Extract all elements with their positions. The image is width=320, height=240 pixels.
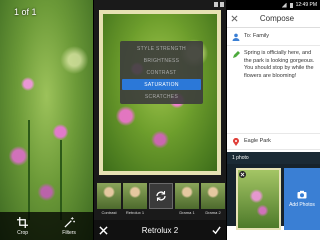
status-time: 12:49 PM: [295, 2, 317, 8]
flower-stem: [60, 140, 62, 220]
status-bar: [214, 0, 224, 8]
signal-icon: [281, 2, 287, 8]
add-photos-button[interactable]: Add Photos: [284, 168, 320, 230]
filter-name: Drama 2: [205, 210, 221, 215]
filters-label: Filters: [62, 229, 76, 236]
viewer-toolbar: Crop Filters: [0, 212, 93, 240]
photo-counter: 1 of 1: [14, 7, 37, 17]
flower-stem: [28, 120, 30, 220]
filter-thumbnail: [201, 183, 225, 209]
crop-label: Crop: [17, 229, 29, 236]
attached-photo[interactable]: [236, 168, 281, 230]
crop-button[interactable]: Crop: [17, 216, 29, 236]
adjustment-menu: STYLE STRENGTH BRIGHTNESS CONTRAST SATUR…: [120, 41, 203, 104]
adjust-brightness[interactable]: BRIGHTNESS: [122, 55, 201, 66]
adjust-style-strength[interactable]: STYLE STRENGTH: [122, 43, 201, 54]
compose-header: Compose: [227, 10, 320, 28]
magic-wand-icon: [64, 216, 75, 228]
pencil-icon: [233, 51, 240, 58]
status-icon: [220, 1, 224, 7]
filter-strip: Contrast Retrolux 1 Drama 1 Drama 2: [94, 183, 226, 219]
remove-photo-button[interactable]: [239, 171, 246, 178]
photo-editor-panel: STYLE STRENGTH BRIGHTNESS CONTRAST SATUR…: [94, 0, 226, 240]
compose-title: Compose: [259, 14, 295, 23]
camera-icon: [297, 190, 307, 199]
filter-name: Drama 1: [179, 210, 195, 215]
recipient-field[interactable]: To: Family: [227, 28, 320, 46]
filter-contrast[interactable]: Contrast: [97, 183, 121, 219]
location-text: Eagle Park: [244, 137, 271, 144]
filter-thumbnail: [97, 183, 121, 209]
recipient-text: To: Family: [244, 32, 270, 39]
filter-thumbnail: [149, 183, 173, 209]
location-field[interactable]: Eagle Park: [227, 134, 320, 150]
message-field[interactable]: Spring is officially here, and the park …: [227, 46, 320, 134]
adjust-scratches[interactable]: SCRATCHES: [122, 91, 201, 102]
status-icon: [214, 1, 218, 7]
photos-count: 1 photo: [227, 152, 320, 164]
location-pin-icon: [233, 138, 239, 146]
close-icon[interactable]: [99, 225, 108, 235]
checkmark-icon[interactable]: [212, 225, 221, 235]
close-icon[interactable]: [231, 15, 238, 22]
status-bar: 12:49 PM: [227, 0, 320, 10]
filter-name: Contrast: [101, 210, 117, 215]
filters-button[interactable]: Filters: [62, 216, 76, 236]
adjust-contrast[interactable]: CONTRAST: [122, 67, 201, 78]
filter-drama-1[interactable]: Drama 1: [175, 183, 199, 219]
filter-thumbnail: [175, 183, 199, 209]
adjust-saturation[interactable]: SATURATION: [122, 79, 201, 90]
close-icon: [240, 172, 245, 177]
flower-photo: [0, 0, 93, 240]
filter-title: Retrolux 2: [141, 225, 179, 235]
filter-name: Retrolux 1: [125, 210, 145, 215]
battery-icon: [289, 2, 293, 8]
crop-icon: [17, 216, 29, 228]
person-icon: [232, 33, 240, 41]
add-photos-label: Add Photos: [289, 202, 315, 208]
message-text: Spring is officially here, and the park …: [244, 50, 315, 79]
filter-thumbnail: [123, 183, 147, 209]
photos-area: Add Photos: [227, 164, 320, 230]
filter-drama-2[interactable]: Drama 2: [201, 183, 225, 219]
editor-action-bar: Retrolux 2: [94, 220, 226, 240]
photo-viewer-panel: 1 of 1 Crop Filters: [0, 0, 93, 240]
filter-retrolux-2[interactable]: [149, 183, 173, 219]
refresh-icon: [156, 191, 166, 201]
filter-retrolux-1[interactable]: Retrolux 1: [123, 183, 147, 219]
compose-panel: 12:49 PM Compose To: Family Spring is of…: [227, 0, 320, 240]
